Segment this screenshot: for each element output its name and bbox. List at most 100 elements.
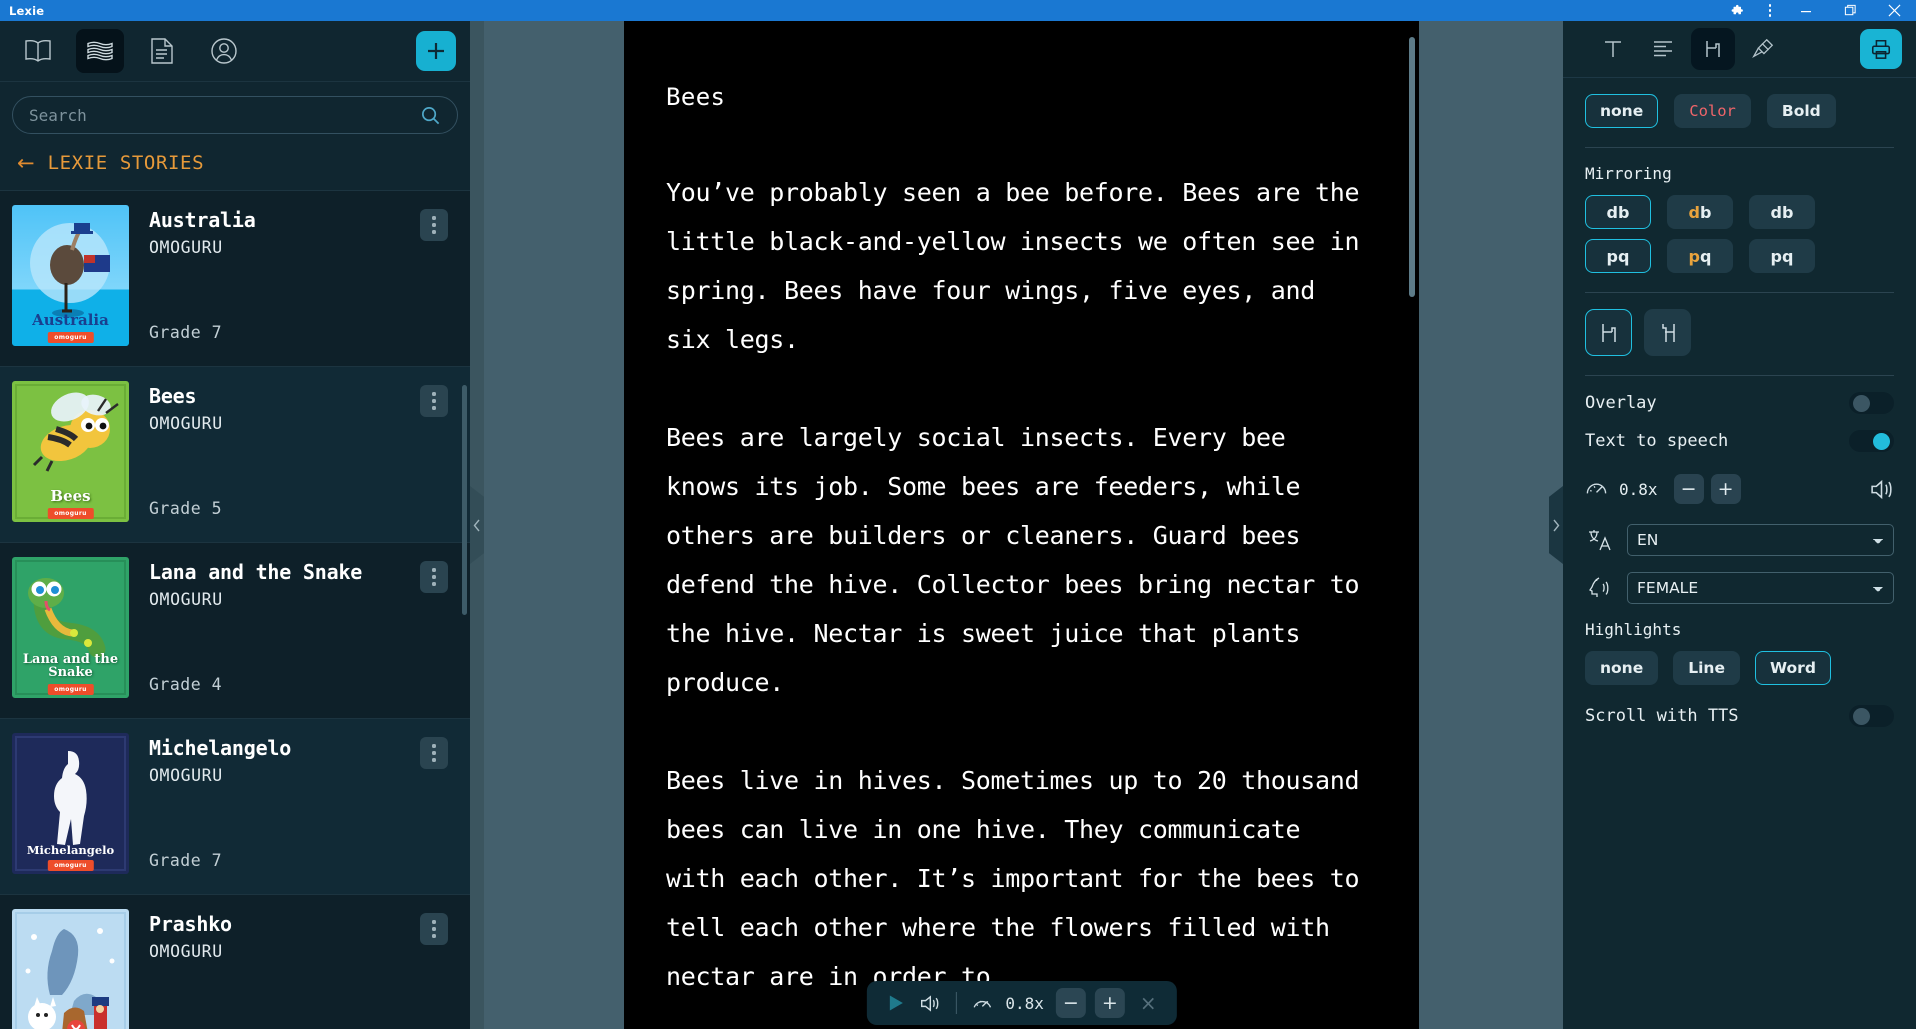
book-open-icon[interactable] (14, 29, 62, 73)
mirroring-db-plain[interactable]: db (1585, 195, 1651, 229)
list-item[interactable]: omoguru Prashko OMOGURU (0, 895, 470, 1029)
sidebar-toolbar (0, 21, 470, 82)
book-options-menu[interactable] (420, 209, 448, 241)
search-area (0, 82, 470, 142)
close-player-button[interactable]: × (1134, 991, 1163, 1015)
play-icon[interactable] (880, 988, 910, 1018)
book-options-menu[interactable] (420, 385, 448, 417)
library-stack-icon[interactable] (76, 29, 124, 73)
tts-rate-row: 0.8x − + (1585, 474, 1894, 504)
overlay-label: Overlay (1585, 393, 1657, 413)
book-grade: Grade 5 (149, 499, 223, 518)
highlight-options: none Line Word (1585, 651, 1894, 685)
tts-rate-value: 0.8x (1619, 479, 1658, 499)
scroll-with-tts-label: Scroll with TTS (1585, 706, 1739, 726)
divider (1585, 375, 1894, 376)
book-list[interactable]: Australia omoguru Australia OMOGURU Grad… (0, 191, 470, 1029)
emphasis-color-button[interactable]: Color (1674, 94, 1751, 128)
window-titlebar: Lexie (0, 0, 1916, 21)
book-cover: Lana and the Snake omoguru (12, 557, 129, 698)
overlay-toggle[interactable] (1849, 392, 1894, 414)
story-title: Bees (666, 83, 726, 111)
voice-select[interactable]: FEMALEMALE (1627, 572, 1894, 604)
list-item[interactable]: Michelangelo omoguru Michelangelo OMOGUR… (0, 719, 470, 895)
mirroring-pq-plain[interactable]: pq (1585, 239, 1651, 273)
speaker-icon[interactable] (914, 988, 944, 1018)
list-item[interactable]: Lana and the Snake omoguru Lana and the … (0, 543, 470, 719)
speedometer-icon (1585, 478, 1608, 501)
book-author: OMOGURU (149, 414, 223, 433)
mirroring-pq-accent[interactable]: pq (1667, 239, 1733, 273)
tab-brush[interactable] (1741, 28, 1785, 70)
letter-shape-left-icon[interactable] (1585, 309, 1632, 356)
collapse-settings-handle[interactable] (1549, 486, 1563, 564)
story-paragraph: Bees live in hives. Sometimes up to 20 t… (666, 766, 1360, 991)
mirroring-db-accent[interactable]: db (1667, 195, 1733, 229)
minimize-icon[interactable] (1784, 0, 1828, 21)
book-cover: Australia omoguru (12, 205, 129, 346)
reader-area: Bees You’ve probably seen a bee before. … (470, 21, 1563, 1029)
tab-paragraph-align[interactable] (1641, 28, 1685, 70)
close-icon[interactable] (1872, 0, 1916, 21)
book-options-menu[interactable] (420, 913, 448, 945)
book-meta: Prashko OMOGURU (129, 909, 470, 1029)
reader-content: Bees You’ve probably seen a bee before. … (624, 21, 1419, 1001)
book-author: OMOGURU (149, 238, 223, 257)
language-row: EN (1585, 524, 1894, 556)
highlight-line-button[interactable]: Line (1673, 651, 1740, 685)
rate-increase-button[interactable]: + (1094, 988, 1125, 1018)
highlights-label: Highlights (1585, 620, 1682, 639)
search-icon[interactable] (420, 105, 441, 126)
mirroring-row-db: db db db (1585, 195, 1894, 229)
document-icon[interactable] (138, 29, 186, 73)
search-input[interactable] (29, 105, 420, 125)
book-meta: Michelangelo OMOGURU Grade 7 (129, 733, 470, 894)
reader-scrollbar[interactable] (1409, 37, 1415, 297)
letter-shape-right-icon[interactable] (1644, 309, 1691, 356)
tts-player-bar[interactable]: 0.8x − + × (866, 981, 1177, 1025)
tts-toggle[interactable] (1849, 430, 1894, 452)
book-grade: Grade 7 (149, 323, 223, 342)
mirroring-pq-alt[interactable]: pq (1749, 239, 1815, 273)
tts-rate-increase[interactable]: + (1710, 474, 1741, 504)
rate-decrease-button[interactable]: − (1055, 988, 1086, 1018)
language-select[interactable]: EN (1627, 524, 1894, 556)
speaker-icon[interactable] (1869, 477, 1894, 502)
settings-panel: none Color Bold Mirroring db db db pq pq… (1549, 21, 1916, 1029)
translate-icon (1585, 527, 1615, 553)
scroll-with-tts-toggle[interactable] (1849, 705, 1894, 727)
highlight-word-button[interactable]: Word (1754, 651, 1831, 685)
kebab-menu-icon[interactable] (1756, 0, 1784, 21)
app-title: Lexie (9, 3, 45, 18)
search-box[interactable] (12, 96, 458, 134)
emphasis-bold-button[interactable]: Bold (1766, 94, 1836, 128)
book-cover: Michelangelo omoguru (12, 733, 129, 874)
mirroring-label: Mirroring (1585, 164, 1672, 183)
book-options-menu[interactable] (420, 561, 448, 593)
book-grade: Grade 7 (149, 851, 223, 870)
highlight-none-button[interactable]: none (1585, 651, 1659, 685)
restore-icon[interactable] (1828, 0, 1872, 21)
book-author: OMOGURU (149, 590, 223, 609)
breadcrumb[interactable]: ← LEXIE STORIES (0, 142, 470, 191)
account-icon[interactable] (200, 29, 248, 73)
tts-rate-decrease[interactable]: − (1673, 474, 1704, 504)
mirroring-db-alt[interactable]: db (1749, 195, 1815, 229)
app-body: ← LEXIE STORIES (0, 21, 1916, 1029)
list-item[interactable]: Bees omoguru Bees OMOGURU Grade 5 (0, 367, 470, 543)
printer-icon[interactable] (1860, 29, 1902, 69)
puzzle-piece-icon[interactable] (1720, 0, 1756, 21)
playback-rate-value: 0.8x (1005, 993, 1044, 1013)
list-item[interactable]: Australia omoguru Australia OMOGURU Grad… (0, 191, 470, 367)
reader-page: Bees You’ve probably seen a bee before. … (624, 21, 1419, 1029)
book-meta: Australia OMOGURU Grade 7 (129, 205, 470, 366)
book-options-menu[interactable] (420, 737, 448, 769)
tab-text-format[interactable] (1591, 28, 1635, 70)
sidebar-scrollbar[interactable] (462, 385, 467, 615)
emphasis-none-button[interactable]: none (1585, 94, 1659, 128)
collapse-sidebar-handle[interactable] (470, 486, 484, 564)
player-divider (955, 992, 957, 1014)
back-arrow-icon[interactable]: ← (17, 152, 35, 174)
add-button[interactable] (416, 31, 456, 71)
tab-letter-shape[interactable] (1691, 28, 1735, 70)
